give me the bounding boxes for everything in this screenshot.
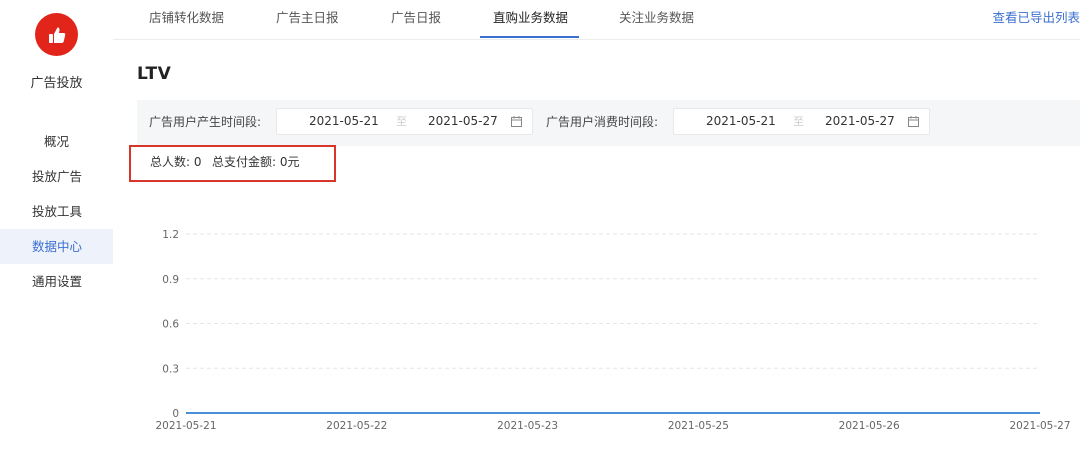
sidebar-item-settings[interactable]: 通用设置 xyxy=(0,264,113,299)
sidebar-item-ad-placement[interactable]: 投放广告 xyxy=(0,159,113,194)
range-separator: 至 xyxy=(396,115,407,128)
view-exported-list-link[interactable]: 查看已导出列表 xyxy=(992,0,1080,36)
filter-bar: 广告用户产生时间段: 2021-05-21 至 2021-05-27 广告用户消… xyxy=(137,100,1080,146)
tab-direct-purchase[interactable]: 直购业务数据 xyxy=(493,0,568,40)
spend-time-end[interactable]: 2021-05-27 xyxy=(825,109,895,134)
spend-time-start[interactable]: 2021-05-21 xyxy=(706,109,776,134)
tab-ad-daily[interactable]: 广告日报 xyxy=(391,0,441,40)
x-tick-label: 2021-05-22 xyxy=(326,420,387,432)
ltv-line-chart: 0 0.3 0.6 0.9 1.2 2021-05-21 2021-05-22 2021-05… xyxy=(155,229,1070,432)
sidebar-item-tools[interactable]: 投放工具 xyxy=(0,194,113,229)
y-tick-label: 0.6 xyxy=(162,319,179,331)
y-tick-label: 0.9 xyxy=(162,274,179,286)
top-tabs: 店铺转化数据 广告主日报 广告日报 直购业务数据 关注业务数据 查看已导出列表 xyxy=(113,0,1080,40)
x-tick-label: 2021-05-27 xyxy=(1009,420,1070,432)
total-users: 总人数: 0 xyxy=(150,155,202,169)
tab-store-conversion[interactable]: 店铺转化数据 xyxy=(149,0,224,40)
user-time-range-picker[interactable]: 2021-05-21 至 2021-05-27 xyxy=(276,108,533,135)
y-tick-label: 0 xyxy=(172,408,179,420)
x-tick-label: 2021-05-26 xyxy=(839,420,900,432)
calendar-icon[interactable] xyxy=(908,116,919,127)
user-time-label: 广告用户产生时间段: xyxy=(149,115,262,129)
tab-follow-business[interactable]: 关注业务数据 xyxy=(619,0,694,40)
app-name: 广告投放 xyxy=(30,76,83,91)
sidebar: 广告投放 概况 投放广告 投放工具 数据中心 通用设置 xyxy=(0,0,113,476)
x-tick-label: 2021-05-21 xyxy=(155,420,216,432)
user-time-end[interactable]: 2021-05-27 xyxy=(428,109,498,134)
y-tick-label: 0.3 xyxy=(162,363,179,375)
y-tick-label: 1.2 xyxy=(162,229,179,241)
user-time-start[interactable]: 2021-05-21 xyxy=(309,109,379,134)
calendar-icon[interactable] xyxy=(511,116,522,127)
app-window: 广告投放 概况 投放广告 投放工具 数据中心 通用设置 店铺转化数据 广告主日报… xyxy=(0,0,1080,476)
spend-time-label: 广告用户消费时间段: xyxy=(546,115,659,129)
x-tick-label: 2021-05-23 xyxy=(497,420,558,432)
sidebar-item-data-center[interactable]: 数据中心 xyxy=(0,229,113,264)
spend-time-range-picker[interactable]: 2021-05-21 至 2021-05-27 xyxy=(673,108,930,135)
x-tick-label: 2021-05-25 xyxy=(668,420,729,432)
tab-advertiser-daily[interactable]: 广告主日报 xyxy=(276,0,339,40)
thumbs-up-icon xyxy=(48,26,65,43)
sidebar-item-overview[interactable]: 概况 xyxy=(0,124,113,159)
summary-box: 总人数: 0 总支付金额: 0元 xyxy=(129,145,336,182)
page-title: LTV xyxy=(137,64,172,84)
active-tab-indicator xyxy=(480,36,579,38)
range-separator: 至 xyxy=(793,115,804,128)
sidebar-menu: 概况 投放广告 投放工具 数据中心 通用设置 xyxy=(0,124,113,299)
total-paid-amount: 总支付金额: 0元 xyxy=(212,155,300,169)
app-logo[interactable] xyxy=(35,13,78,56)
